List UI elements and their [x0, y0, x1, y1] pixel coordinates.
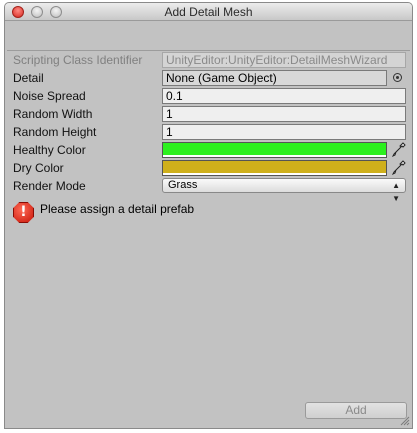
detail-label: Detail [13, 71, 44, 85]
random-height-input[interactable]: 1 [162, 124, 406, 140]
noise-spread-row: Noise Spread 0.1 [5, 87, 412, 105]
title-bar: Add Detail Mesh [5, 3, 412, 21]
healthy-color-swatch[interactable] [162, 142, 387, 158]
render-mode-dropdown[interactable]: Grass ▲ ▼ [162, 178, 406, 203]
random-width-row: Random Width 1 [5, 105, 412, 123]
dry-color-swatch[interactable] [162, 160, 387, 176]
scripting-class-label: Scripting Class Identifier [13, 53, 143, 67]
dry-color-row: Dry Color [5, 159, 412, 177]
error-message: Please assign a detail prefab [40, 202, 195, 216]
scripting-class-field: UnityEditor:UnityEditor:DetailMeshWizard [162, 52, 406, 68]
eyedropper-icon[interactable] [392, 142, 406, 158]
render-mode-row: Render Mode Grass ▲ ▼ [5, 177, 412, 203]
object-picker-icon[interactable] [393, 73, 402, 82]
random-height-label: Random Height [13, 125, 97, 139]
resize-grip-icon[interactable] [400, 416, 410, 426]
random-width-label: Random Width [13, 107, 93, 121]
render-mode-value: Grass [168, 179, 198, 191]
healthy-color-label: Healthy Color [13, 143, 86, 157]
render-mode-label: Render Mode [13, 179, 86, 193]
random-width-input[interactable]: 1 [162, 106, 406, 122]
scripting-class-row: Scripting Class Identifier UnityEditor:U… [5, 51, 412, 69]
wizard-content: Scripting Class Identifier UnityEditor:U… [5, 22, 412, 428]
random-height-row: Random Height 1 [5, 123, 412, 141]
noise-spread-input[interactable]: 0.1 [162, 88, 406, 104]
detail-row: Detail None (Game Object) [5, 69, 412, 87]
healthy-color-row: Healthy Color [5, 141, 412, 159]
detail-object-field[interactable]: None (Game Object) [162, 70, 387, 86]
noise-spread-label: Noise Spread [13, 89, 86, 103]
window-title: Add Detail Mesh [164, 5, 253, 19]
dropdown-arrows-icon: ▲ ▼ [392, 181, 400, 203]
add-button[interactable]: Add [305, 402, 407, 419]
eyedropper-icon[interactable] [392, 160, 406, 176]
dry-color-label: Dry Color [13, 161, 64, 175]
error-icon: ! [13, 202, 34, 223]
add-detail-mesh-window: Add Detail Mesh Scripting Class Identifi… [4, 2, 413, 429]
